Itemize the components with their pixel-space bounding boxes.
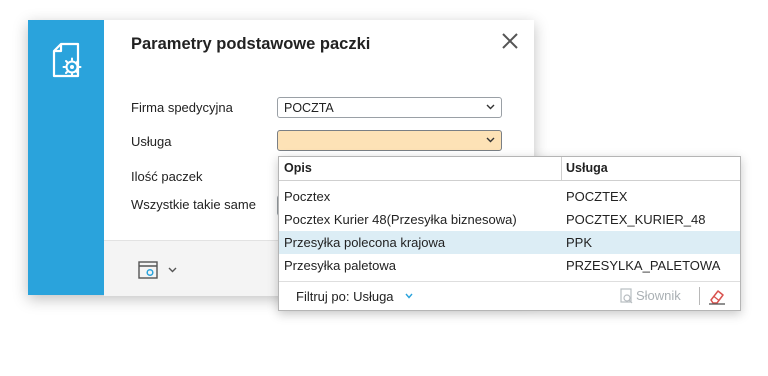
divider — [699, 287, 700, 305]
dialog-sidebar — [28, 20, 104, 295]
dropdown-footer: Filtruj po: Usługa Słownik — [279, 281, 740, 311]
row-description: Przesyłka paletowa — [284, 258, 396, 273]
row-description: Przesyłka polecona krajowa — [284, 235, 446, 250]
window-settings-icon[interactable] — [138, 261, 158, 279]
eraser-icon[interactable] — [707, 288, 727, 306]
packages-label: Ilość paczek — [131, 169, 203, 184]
list-item[interactable]: Pocztex Kurier 48(Przesyłka biznesowa) P… — [279, 208, 740, 231]
row-description: Pocztex Kurier 48(Przesyłka biznesowa) — [284, 212, 517, 227]
close-icon[interactable] — [499, 30, 521, 52]
chevron-down-icon — [486, 104, 495, 110]
service-dropdown: Opis Usługa Pocztex POCZTEX Pocztex Kuri… — [278, 156, 741, 311]
list-item[interactable]: Pocztex POCZTEX — [279, 185, 740, 208]
chevron-down-icon[interactable] — [405, 293, 413, 299]
row-description: Pocztex — [284, 189, 331, 204]
service-label: Usługa — [131, 134, 172, 149]
row-service: POCZTEX_KURIER_48 — [566, 212, 706, 227]
dropdown-header: Opis Usługa — [279, 157, 740, 181]
list-item-highlighted[interactable]: Przesyłka polecona krajowa PPK — [279, 231, 740, 254]
row-service: POCZTEX — [566, 189, 628, 204]
carrier-label: Firma spedycyjna — [131, 100, 233, 115]
all-same-label: Wszystkie takie same — [131, 197, 256, 212]
list-item[interactable]: Przesyłka paletowa PRZESYLKA_PALETOWA — [279, 254, 740, 277]
column-header-description[interactable]: Opis — [284, 161, 312, 175]
chevron-down-icon[interactable] — [168, 267, 177, 273]
column-header-service[interactable]: Usługa — [566, 161, 608, 175]
service-select[interactable] — [277, 130, 502, 151]
dictionary-button[interactable]: Słownik — [636, 288, 681, 303]
row-service: PRZESYLKA_PALETOWA — [566, 258, 721, 273]
carrier-value: POCZTA — [284, 101, 334, 115]
carrier-select[interactable]: POCZTA — [277, 97, 502, 118]
document-settings-icon — [52, 42, 82, 78]
filter-by-button[interactable]: Filtruj po: Usługa — [296, 289, 394, 304]
dialog-title: Parametry podstawowe paczki — [131, 35, 371, 53]
column-divider — [561, 157, 562, 180]
dictionary-search-icon — [620, 288, 633, 304]
chevron-down-icon — [486, 137, 495, 143]
row-service: PPK — [566, 235, 593, 250]
